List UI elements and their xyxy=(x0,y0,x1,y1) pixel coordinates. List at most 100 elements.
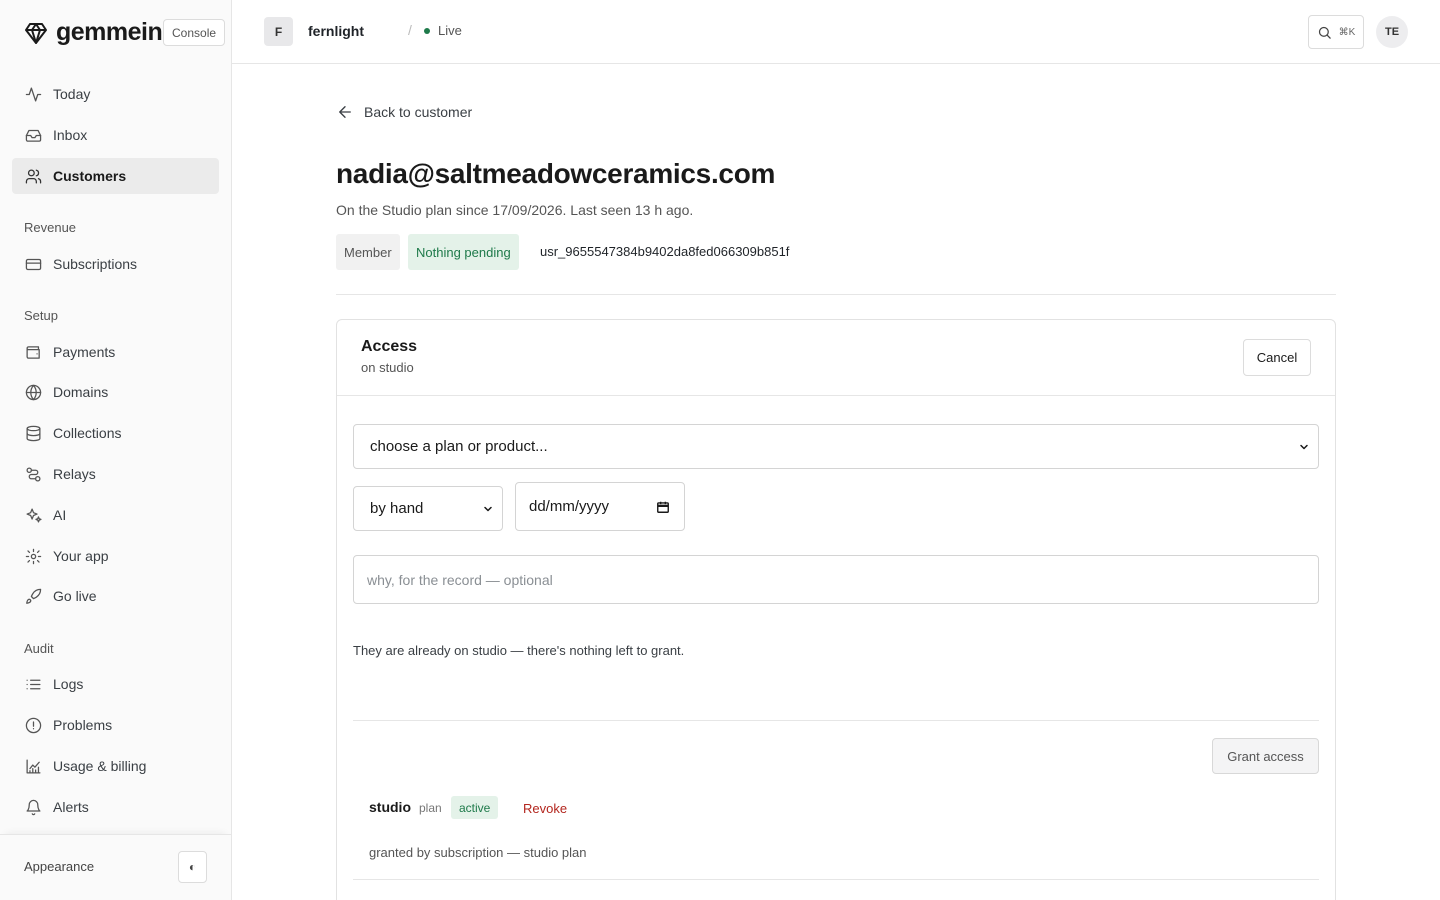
arrow-left-icon xyxy=(336,103,354,121)
sidebar-item-customers[interactable]: Customers xyxy=(12,158,219,194)
section-label-audit: Audit xyxy=(24,641,54,656)
user-id[interactable]: usr_9655547384b9402da8fed066309b851f xyxy=(540,244,789,259)
reason-input[interactable]: why, for the record — optional xyxy=(353,555,1319,604)
sidebar-item-domains[interactable]: Domains xyxy=(12,374,219,410)
sidebar-item-label: Collections xyxy=(53,425,122,441)
sidebar-item-label: Alerts xyxy=(53,799,89,815)
project-name[interactable]: fernlight xyxy=(308,23,364,39)
entitlement-source: granted by subscription — studio plan xyxy=(369,845,587,860)
sparkles-icon xyxy=(24,506,42,524)
sidebar-item-ai[interactable]: AI xyxy=(12,497,219,533)
diamond-logo-icon xyxy=(24,21,48,45)
sidebar-item-label: Payments xyxy=(53,344,116,360)
section-label-setup: Setup xyxy=(24,308,58,323)
theme-toggle-button[interactable]: ◐ xyxy=(178,851,207,883)
role-badge: Member xyxy=(336,234,400,270)
sidebar-item-subscriptions[interactable]: Subscriptions xyxy=(12,246,219,282)
sidebar-item-label: Go live xyxy=(53,588,97,604)
sidebar-item-label: Customers xyxy=(53,168,127,184)
back-link-label: Back to customer xyxy=(364,104,473,120)
sidebar-item-label: Domains xyxy=(53,384,109,400)
date-placeholder: dd/mm/yyyy xyxy=(529,498,610,515)
customer-summary: On the Studio plan since 17/09/2026. Las… xyxy=(336,202,694,218)
sidebar-item-collections[interactable]: Collections xyxy=(12,415,219,451)
revoke-button[interactable]: Revoke xyxy=(523,801,567,816)
access-card-header: Access on studio Cancel xyxy=(337,320,1335,396)
grant-method-select[interactable]: by hand xyxy=(353,486,503,531)
sidebar-item-label: Problems xyxy=(53,717,113,733)
search-shortcut: ⌘K xyxy=(1338,26,1356,38)
appearance-label: Appearance xyxy=(24,859,95,874)
sidebar-item-label: Logs xyxy=(53,676,84,692)
sidebar-footer: Appearance ◐ xyxy=(0,834,231,900)
wallet-icon xyxy=(24,343,42,361)
route-icon xyxy=(24,465,42,483)
divider xyxy=(336,294,1336,295)
credit-card-icon xyxy=(24,255,42,273)
calendar-icon[interactable] xyxy=(656,500,670,514)
bell-icon xyxy=(24,798,42,816)
globe-icon xyxy=(24,383,42,401)
already-granted-note: They are already on studio — there's not… xyxy=(353,643,685,658)
brand[interactable]: gemmein xyxy=(24,18,163,47)
environment-status[interactable]: Live xyxy=(424,23,462,38)
status-badge: Nothing pending xyxy=(408,234,519,270)
sidebar-item-payments[interactable]: Payments xyxy=(12,334,219,370)
inbox-icon xyxy=(24,126,42,144)
sidebar-item-label: Today xyxy=(53,86,91,102)
entitlement-name: studio xyxy=(369,799,411,815)
database-icon xyxy=(24,424,42,442)
gear-icon xyxy=(24,547,42,565)
divider xyxy=(353,879,1319,880)
topbar: F fernlight / Live ⌘K TE xyxy=(232,0,1440,64)
console-badge: Console xyxy=(163,19,226,46)
contrast-icon: ◐ xyxy=(188,860,197,874)
sidebar-item-label: Inbox xyxy=(53,127,88,143)
access-card-title: Access xyxy=(361,338,418,355)
entitlement-status-badge: active xyxy=(451,796,499,819)
project-avatar[interactable]: F xyxy=(264,17,293,46)
sidebar-item-alerts[interactable]: Alerts xyxy=(12,789,219,825)
sidebar-item-relays[interactable]: Relays xyxy=(12,456,219,492)
user-avatar[interactable]: TE xyxy=(1376,16,1408,48)
sidebar: gemmein Console Today Inbox Customers Re… xyxy=(0,0,232,900)
brand-name: gemmein xyxy=(56,18,163,46)
back-to-customer-link[interactable]: Back to customer xyxy=(336,103,472,121)
access-card: Access on studio Cancel choose a plan or… xyxy=(336,319,1336,900)
sidebar-item-today[interactable]: Today xyxy=(12,76,219,112)
live-dot-icon xyxy=(424,27,430,34)
section-label-revenue: Revenue xyxy=(24,220,77,235)
grant-method-value: by hand xyxy=(370,500,424,517)
sidebar-item-usage-billing[interactable]: Usage & billing xyxy=(12,748,219,784)
grant-access-button[interactable]: Grant access xyxy=(1212,738,1319,774)
plan-select[interactable]: choose a plan or product... xyxy=(353,424,1319,469)
search-button[interactable]: ⌘K xyxy=(1308,15,1364,49)
chevron-down-icon xyxy=(1298,441,1310,453)
entitlement-type: plan xyxy=(419,801,442,815)
alert-circle-icon xyxy=(24,716,42,734)
chevron-down-icon xyxy=(482,503,494,515)
sidebar-item-problems[interactable]: Problems xyxy=(12,707,219,743)
list-icon xyxy=(24,675,42,693)
environment-status-label: Live xyxy=(438,23,462,38)
divider xyxy=(353,720,1319,721)
sidebar-item-label: Subscriptions xyxy=(53,256,138,272)
reason-placeholder: why, for the record — optional xyxy=(367,571,553,588)
expiry-date-input[interactable]: dd/mm/yyyy xyxy=(515,482,685,531)
search-icon xyxy=(1317,25,1332,40)
page-title: nadia@saltmeadowceramics.com xyxy=(336,158,776,189)
sidebar-item-logs[interactable]: Logs xyxy=(12,666,219,702)
chart-icon xyxy=(24,757,42,775)
sidebar-item-go-live[interactable]: Go live xyxy=(12,578,219,614)
users-icon xyxy=(24,167,42,185)
sidebar-item-inbox[interactable]: Inbox xyxy=(12,117,219,153)
cancel-button[interactable]: Cancel xyxy=(1243,339,1311,376)
rocket-icon xyxy=(24,587,42,605)
breadcrumb-separator: / xyxy=(408,22,412,38)
plan-select-value: choose a plan or product... xyxy=(370,438,548,455)
activity-icon xyxy=(24,85,42,103)
sidebar-item-label: Your app xyxy=(53,548,109,564)
sidebar-item-your-app[interactable]: Your app xyxy=(12,538,219,574)
access-card-subtitle: on studio xyxy=(361,360,414,375)
sidebar-item-label: Usage & billing xyxy=(53,758,147,774)
